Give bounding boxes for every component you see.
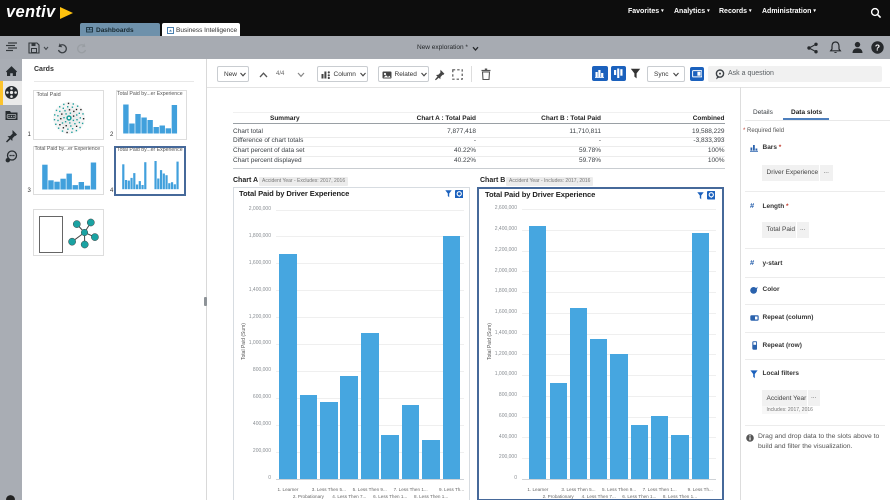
svg-text:?: ? (875, 42, 880, 52)
